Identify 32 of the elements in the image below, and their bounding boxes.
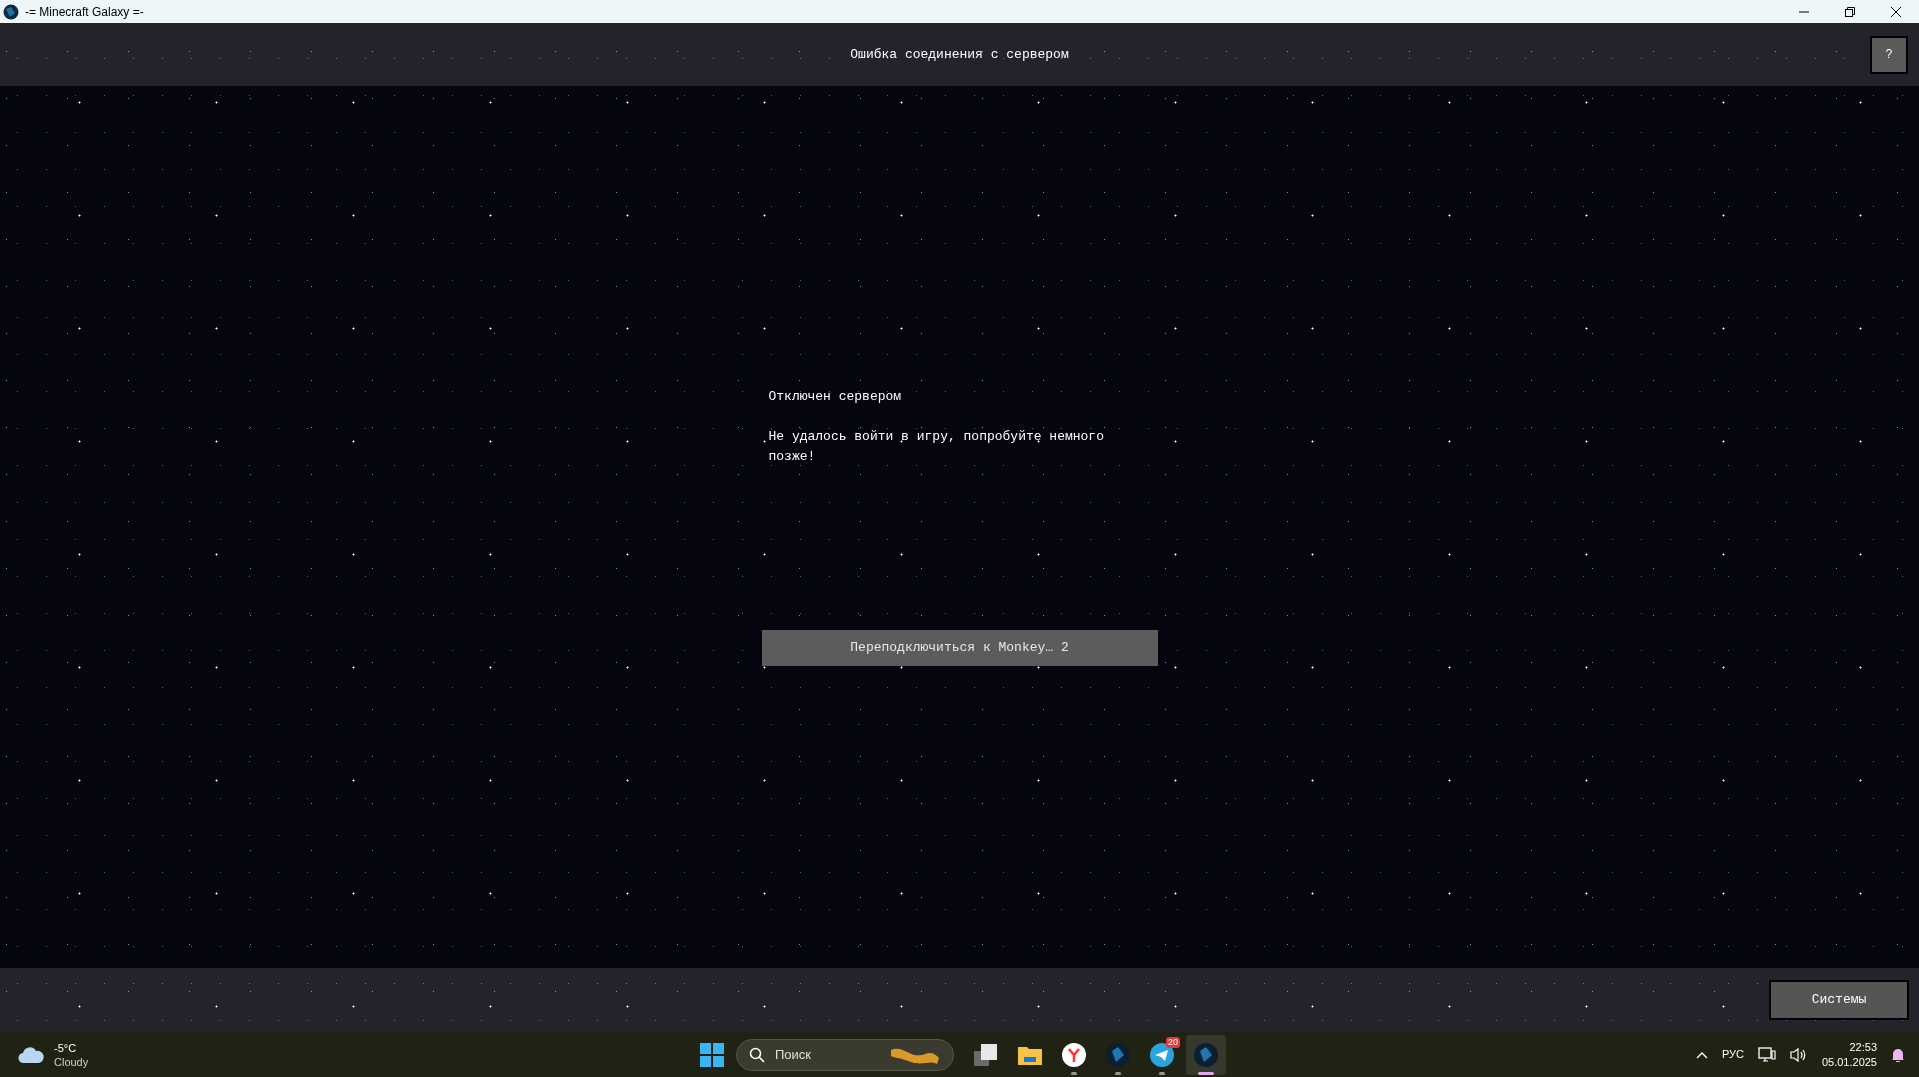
search-field[interactable]: Поиск: [736, 1038, 954, 1071]
language-indicator[interactable]: РУС: [1721, 1046, 1744, 1063]
close-icon: [1891, 6, 1901, 17]
monitor-icon[interactable]: [1757, 1046, 1776, 1063]
help-button[interactable]: ?: [1870, 35, 1908, 74]
window-title: -= Minecraft Galaxy =-: [25, 3, 144, 21]
overlapping-windows-icon: [974, 1043, 998, 1066]
folder-icon: [1018, 1044, 1042, 1065]
message-text: Не удалось войти в игру, попробуйте немного позже!: [768, 428, 1105, 466]
galaxy-app-button[interactable]: [1186, 1034, 1226, 1075]
restore-icon: [1845, 6, 1855, 17]
search-placeholder: Поиск: [775, 1045, 812, 1064]
windows-start-icon[interactable]: [700, 1042, 724, 1067]
clock-date[interactable]: 05.01.2025: [1821, 1054, 1877, 1070]
y-letter-icon: [1062, 1042, 1086, 1067]
clock-time[interactable]: 22:53: [1849, 1039, 1877, 1055]
globe-icon: [1106, 1042, 1130, 1067]
globe-icon: [1194, 1042, 1218, 1067]
speaker-icon[interactable]: [1789, 1046, 1808, 1063]
screen-title: Ошибка соединения с сервером: [850, 45, 1069, 64]
cloud-icon[interactable]: [18, 1045, 44, 1064]
notification-badge: 20: [1166, 1036, 1180, 1048]
search-icon: [749, 1046, 765, 1063]
bell-icon[interactable]: [1891, 1046, 1905, 1063]
reconnect-button[interactable]: Переподключиться к Monkey… 2: [761, 630, 1158, 666]
chevron-up-icon[interactable]: [1695, 1050, 1708, 1059]
weather-condition[interactable]: Cloudy: [54, 1054, 89, 1069]
globe-icon: [3, 3, 19, 20]
systems-button[interactable]: Системы: [1769, 980, 1909, 1020]
messenger-button[interactable]: 20: [1142, 1034, 1182, 1075]
message-heading: Отключен сервером: [768, 388, 902, 406]
weather-temperature[interactable]: -5°C: [54, 1040, 89, 1055]
